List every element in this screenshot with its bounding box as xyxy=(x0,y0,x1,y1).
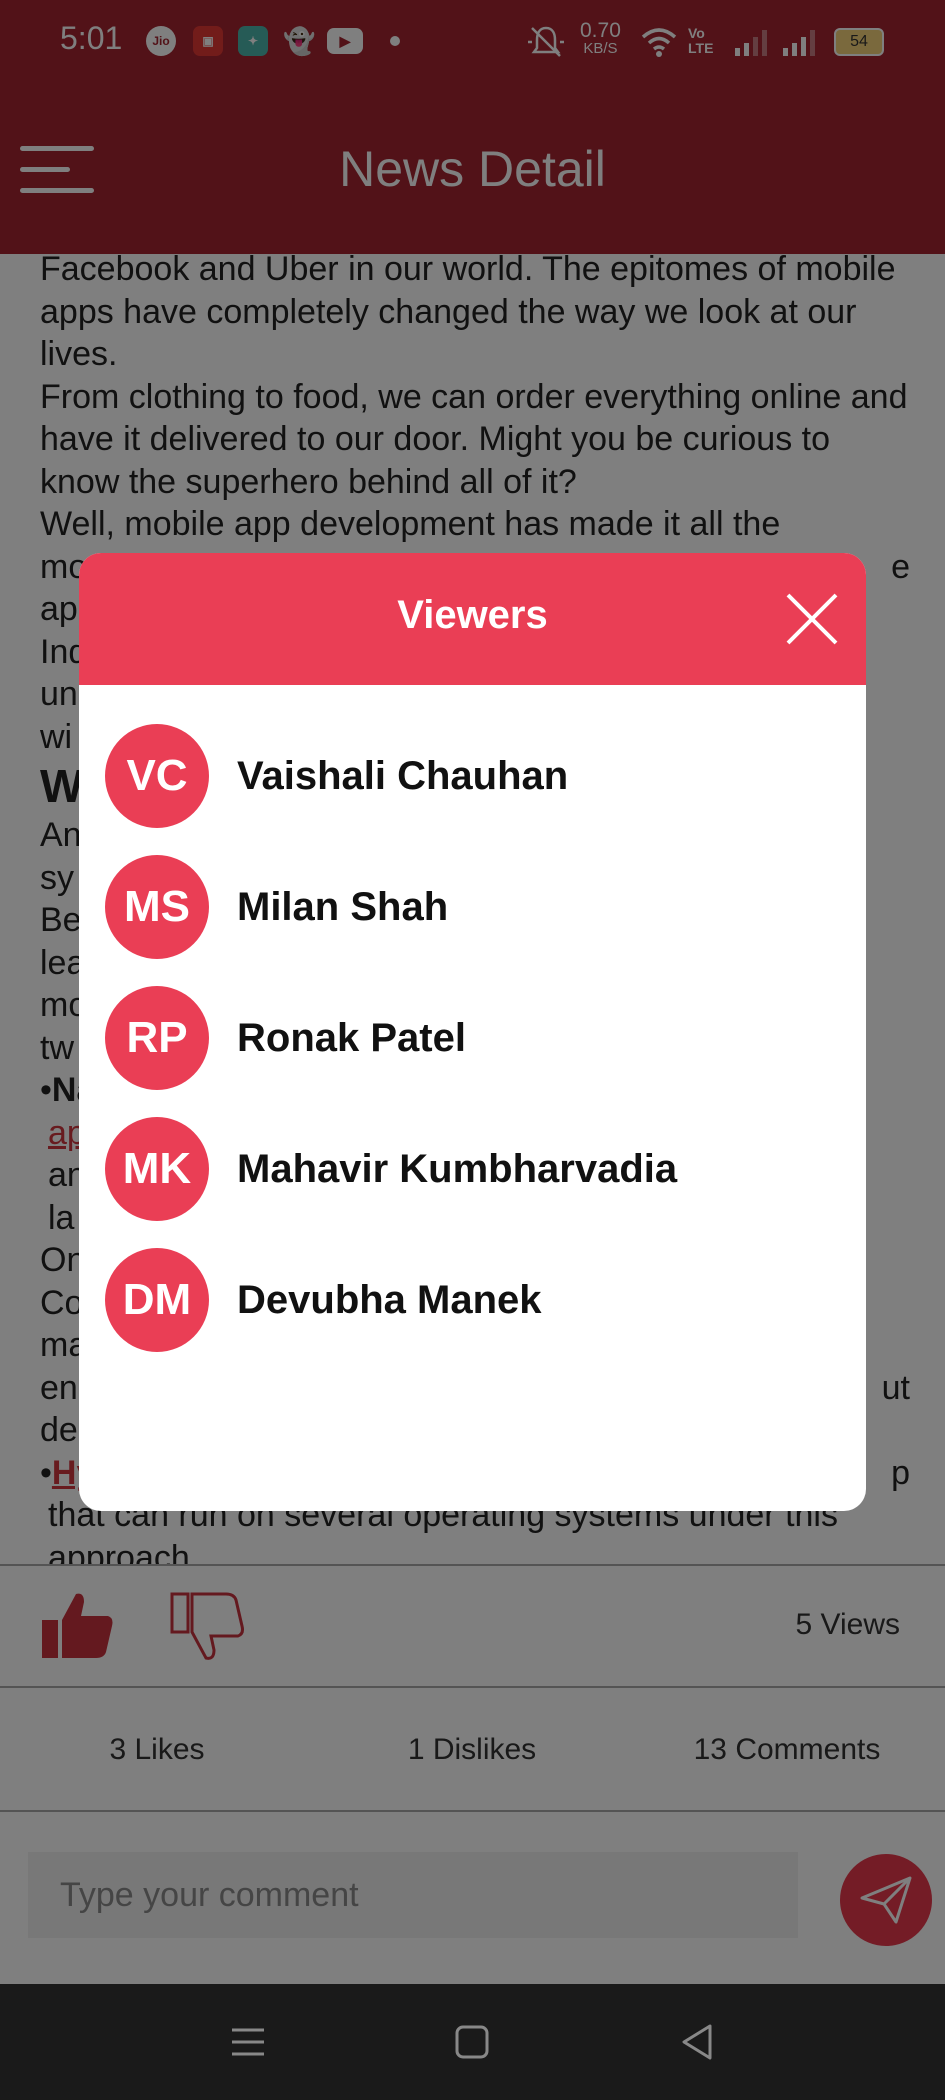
dialog-header: Viewers xyxy=(79,553,866,685)
viewer-name: Ronak Patel xyxy=(237,1016,466,1060)
dialog-title: Viewers xyxy=(397,593,548,637)
viewer-name: Milan Shah xyxy=(237,885,449,929)
viewer-item[interactable]: DM Devubha Manek xyxy=(105,1248,845,1352)
back-icon[interactable] xyxy=(676,2020,720,2064)
viewer-name: Mahavir Kumbharvadia xyxy=(237,1147,678,1191)
close-icon[interactable] xyxy=(784,591,840,647)
viewer-name: Vaishali Chauhan xyxy=(237,754,569,798)
viewer-item[interactable]: VC Vaishali Chauhan xyxy=(105,724,845,828)
avatar: MK xyxy=(105,1117,209,1221)
viewer-item[interactable]: MS Milan Shah xyxy=(105,855,845,959)
avatar: DM xyxy=(105,1248,209,1352)
viewers-dialog: Viewers VC Vaishali Chauhan MS Milan Sha… xyxy=(79,553,866,1511)
viewer-name: Devubha Manek xyxy=(237,1278,542,1322)
home-icon[interactable] xyxy=(450,2020,494,2064)
viewer-item[interactable]: RP Ronak Patel xyxy=(105,986,845,1090)
system-nav-bar xyxy=(0,1984,945,2100)
recents-icon[interactable] xyxy=(226,2020,270,2064)
avatar: MS xyxy=(105,855,209,959)
avatar: RP xyxy=(105,986,209,1090)
avatar: VC xyxy=(105,724,209,828)
viewer-item[interactable]: MK Mahavir Kumbharvadia xyxy=(105,1117,845,1221)
